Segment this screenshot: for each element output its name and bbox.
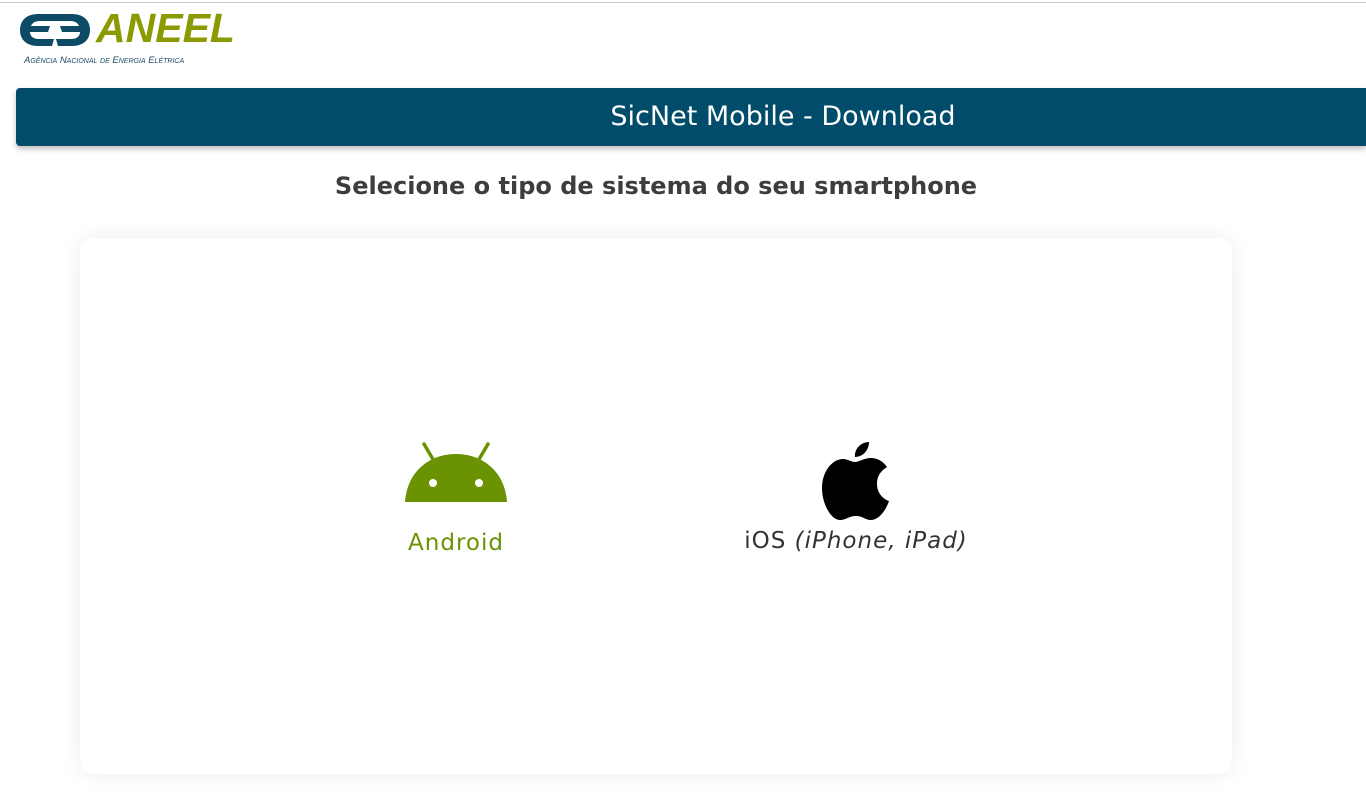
aneel-logo-mark [20,14,90,46]
apple-icon [822,442,889,520]
page-banner: SicNet Mobile - Download [16,88,1366,146]
banner-title: SicNet Mobile - Download [610,101,956,132]
instruction-heading: Selecione o tipo de sistema do seu smart… [334,172,978,200]
logo-subtitle: Agência Nacional de Energia Elétrica [24,55,185,66]
ios-label: iOS (iPhone, iPad) [725,528,987,554]
logo-wordmark: ANEEL [96,5,235,51]
android-option-link[interactable]: Android [390,442,522,556]
top-border [0,0,1366,3]
android-icon [405,442,507,502]
platform-selection-card: Android iOS (iPhone, iPad) [80,238,1232,774]
aneel-logo[interactable]: ANEEL Agência Nacional de Energia Elétri… [18,5,238,71]
android-label: Android [408,530,504,556]
ios-option-link[interactable]: iOS (iPhone, iPad) [725,438,987,554]
ios-label-main: iOS [744,528,787,554]
ios-label-detail: (iPhone, iPad) [794,528,968,554]
